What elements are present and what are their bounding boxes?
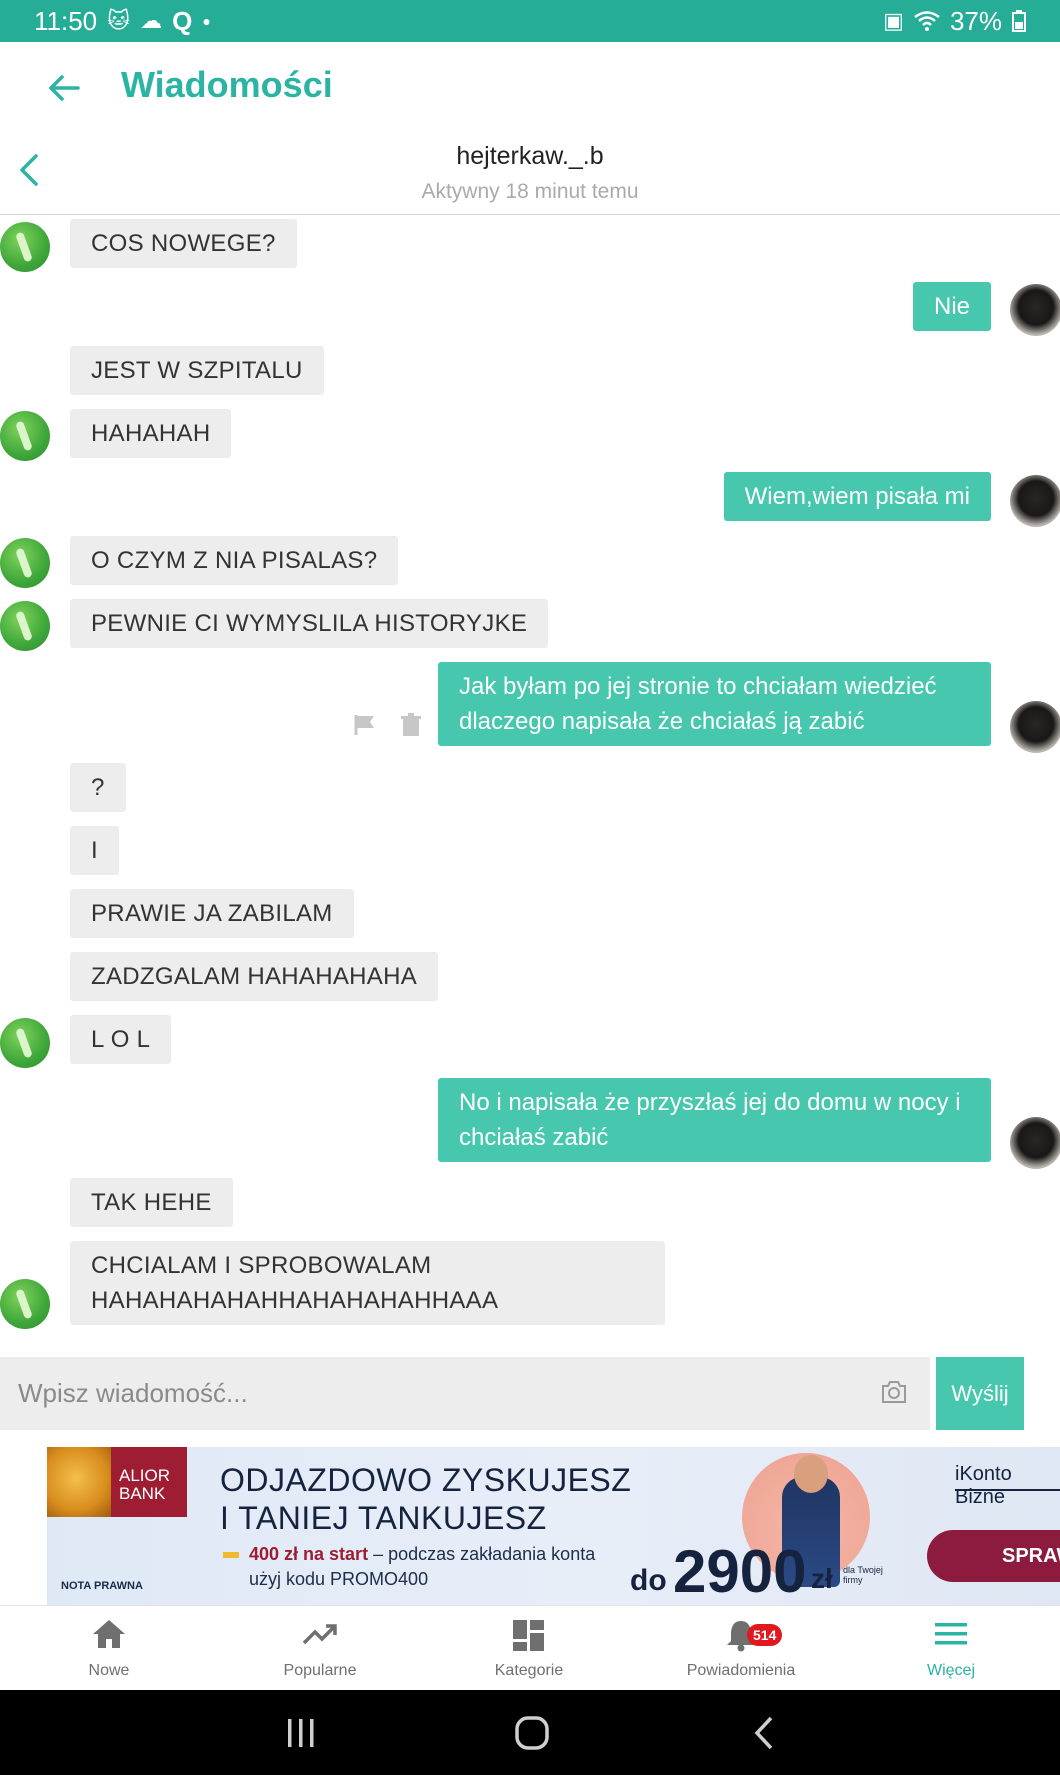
send-button[interactable]: Wyślij xyxy=(936,1357,1024,1430)
home-icon xyxy=(93,1620,125,1648)
back-arrow-icon[interactable] xyxy=(44,68,84,108)
contact-avatar[interactable] xyxy=(0,222,50,272)
nav-item-powiadomienia[interactable]: 514 Powiadomienia xyxy=(671,1606,811,1691)
app-bar: Wiadomości xyxy=(0,42,1060,132)
trash-icon[interactable] xyxy=(399,713,423,737)
grid-icon xyxy=(513,1620,544,1651)
chat-header: hejterkaw._.b Aktywny 18 minut temu xyxy=(0,132,1060,215)
my-avatar[interactable] xyxy=(1010,284,1060,336)
wifi-icon xyxy=(914,11,940,31)
ad-sub-bold: 400 zł na start xyxy=(249,1544,369,1564)
nav-item-nowe[interactable]: Nowe xyxy=(39,1606,179,1691)
contact-avatar[interactable] xyxy=(0,601,50,651)
message-incoming[interactable]: PRAWIE JA ZABILAM xyxy=(70,889,354,938)
system-nav-bar xyxy=(0,1690,1060,1775)
battery-level: 37% xyxy=(949,5,1002,36)
recent-apps-icon[interactable] xyxy=(284,1716,318,1750)
message-list[interactable]: COS NOWEGE? Nie JEST W SZPITALU HAHAHAH … xyxy=(0,215,1060,1340)
my-avatar[interactable] xyxy=(1010,475,1060,527)
page-title: Wiadomości xyxy=(121,64,333,105)
contact-avatar[interactable] xyxy=(0,1279,50,1329)
ad-subtext: 400 zł na start – podczas zakładania kon… xyxy=(249,1542,595,1592)
bank-logo: ALIOR BANK xyxy=(47,1447,187,1517)
message-incoming[interactable]: COS NOWEGE? xyxy=(70,219,297,268)
message-incoming[interactable]: JEST W SZPITALU xyxy=(70,346,324,395)
ad-bullet xyxy=(223,1552,239,1558)
status-right: ▣ 37% xyxy=(883,6,1026,37)
message-incoming[interactable]: CHCIALAM I SPROBOWALAM HAHAHAHAHAHHAHAHA… xyxy=(70,1241,665,1325)
message-incoming[interactable]: ? xyxy=(70,763,126,812)
contact-avatar[interactable] xyxy=(0,411,50,461)
message-incoming[interactable]: HAHAHAH xyxy=(70,409,232,458)
q-app-icon: Q xyxy=(172,6,193,36)
bank-name: ALIOR BANK xyxy=(119,1466,171,1503)
ad-currency: zł xyxy=(811,1563,833,1594)
message-incoming[interactable]: ZADZGALAM HAHAHAHAHA xyxy=(70,952,439,1001)
composer: Wyślij xyxy=(0,1357,1060,1430)
back-button-icon[interactable] xyxy=(752,1715,776,1751)
message-incoming[interactable]: L O L xyxy=(70,1015,172,1064)
message-input[interactable] xyxy=(0,1357,930,1430)
ad-amount: 2900 xyxy=(673,1538,807,1605)
ad-headline: ODJAZDOWO ZYSKUJESZ I TANIEJ TANKUJESZ xyxy=(220,1461,631,1537)
ad-headline-line1: ODJAZDOWO ZYSKUJESZ xyxy=(220,1462,632,1498)
cloud-icon: ☁ xyxy=(140,8,163,33)
nav-label: Więcej xyxy=(926,1662,975,1679)
message-outgoing[interactable]: No i napisała że przyszłaś jej do domu w… xyxy=(438,1078,991,1162)
camera-icon[interactable] xyxy=(880,1379,908,1405)
nav-label: Nowe xyxy=(88,1662,130,1679)
status-time: 11:50 xyxy=(34,5,98,36)
ad-headline-line2: I TANIEJ TANKUJESZ xyxy=(220,1500,547,1536)
trending-icon xyxy=(302,1624,337,1645)
ad-sub-rest: – podczas zakładania konta xyxy=(368,1544,596,1564)
message-incoming[interactable]: PEWNIE CI WYMYSLILA HISTORYJKE xyxy=(70,599,549,648)
my-avatar[interactable] xyxy=(1010,1117,1060,1169)
contact-avatar[interactable] xyxy=(0,1018,50,1068)
menu-icon xyxy=(935,1623,967,1645)
status-bar: 11:50 🐱 ☁ Q ● ▣ 37% xyxy=(0,0,1060,42)
logo-emblem xyxy=(47,1447,111,1517)
flag-icon[interactable] xyxy=(353,713,377,737)
ad-amount-prefix: do xyxy=(630,1564,667,1597)
battery-icon xyxy=(1012,10,1026,32)
message-incoming[interactable]: TAK HEHE xyxy=(70,1178,233,1227)
home-button-icon[interactable] xyxy=(514,1715,550,1751)
contact-avatar[interactable] xyxy=(0,538,50,588)
ad-amount-note: dla Twojej firmy xyxy=(843,1565,883,1585)
ad-sub-line2: użyj kodu PROMO400 xyxy=(249,1569,429,1589)
message-outgoing[interactable]: Wiem,wiem pisała mi xyxy=(723,472,991,521)
nav-item-kategorie[interactable]: Kategorie xyxy=(459,1606,599,1691)
battery-saver-icon: ▣ xyxy=(883,8,904,33)
dot-icon: ● xyxy=(202,13,211,29)
message-outgoing[interactable]: Jak byłam po jej stronie to chciałam wie… xyxy=(438,662,991,746)
nav-label: Powiadomienia xyxy=(686,1662,796,1679)
nav-label: Popularne xyxy=(283,1662,357,1679)
nav-label: Kategorie xyxy=(494,1662,564,1679)
ad-legal-link[interactable]: NOTA PRAWNA xyxy=(61,1580,143,1592)
ad-person-head xyxy=(794,1455,828,1493)
contact-name[interactable]: hejterkaw._.b xyxy=(0,142,1060,171)
bottom-nav: Nowe Popularne Kategorie 514 Powiadomien… xyxy=(0,1605,1060,1691)
my-avatar[interactable] xyxy=(1010,701,1060,753)
ad-banner[interactable]: ALIOR BANK NOTA PRAWNA ODJAZDOWO ZYSKUJE… xyxy=(47,1447,1060,1605)
contact-status: Aktywny 18 minut temu xyxy=(421,180,639,203)
nav-item-popularne[interactable]: Popularne xyxy=(250,1606,390,1691)
message-outgoing[interactable]: Nie xyxy=(912,282,991,331)
status-left: 11:50 🐱 ☁ Q ● xyxy=(34,6,211,37)
message-incoming[interactable]: I xyxy=(70,826,119,875)
ad-cta-button[interactable]: SPRAW xyxy=(927,1530,1060,1582)
ad-brand-divider xyxy=(955,1489,1060,1491)
nav-item-wiecej[interactable]: Więcej xyxy=(881,1606,1021,1691)
notification-badge: 514 xyxy=(747,1624,783,1646)
message-incoming[interactable]: O CZYM Z NIA PISALAS? xyxy=(70,536,399,585)
cat-notification-icon: 🐱 xyxy=(107,8,131,33)
ad-brand: iKonto Bizne xyxy=(955,1463,1012,1508)
